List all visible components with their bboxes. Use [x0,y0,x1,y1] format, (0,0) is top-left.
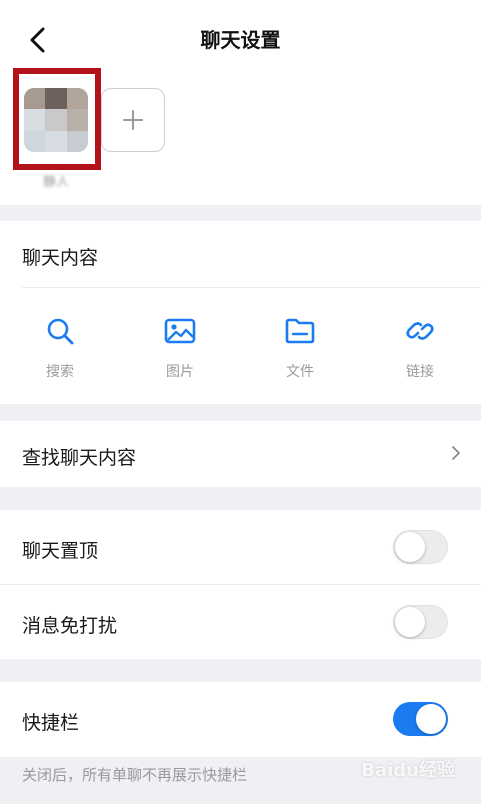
category-file[interactable]: 文件 [260,313,340,381]
watermark-logo: Baidu经验 [361,760,455,781]
chevron-right-icon [451,445,461,465]
do-not-disturb-toggle[interactable] [393,605,448,639]
add-member-button[interactable] [101,88,165,152]
category-link[interactable]: 链接 [380,313,460,381]
toggle-knob [395,532,425,562]
row-label: 聊天置顶 [22,540,99,562]
toggle-knob [416,704,446,734]
divider [22,287,481,288]
divider [0,584,481,585]
category-label: 搜索 [46,364,74,380]
row-label: 查找聊天内容 [22,447,137,469]
category-label: 链接 [406,364,434,380]
link-icon [406,322,434,340]
toggle-knob [395,607,425,637]
category-image[interactable]: 图片 [140,313,220,381]
search-icon [47,318,74,345]
toggle-section: 聊天置顶 消息免打扰 [0,510,481,659]
nav-bar: 聊天设置 [0,0,481,73]
row-label: 快捷栏 [22,712,80,734]
category-label: 文件 [286,364,314,380]
category-row: 搜索 图片 文件 链接 [0,313,481,383]
image-icon [164,318,196,344]
chat-content-section: 聊天内容 搜索 图片 文件 链接 [0,221,481,404]
plus-icon [123,110,143,130]
shortcut-bar-toggle[interactable] [393,702,448,736]
folder-icon [285,318,315,344]
section-header: 聊天内容 [22,247,99,269]
category-search[interactable]: 搜索 [20,313,100,381]
find-chat-content-row[interactable]: 查找聊天内容 [0,421,481,487]
page-title: 聊天设置 [200,28,281,52]
shortcut-bar-section: 快捷栏 [0,682,481,757]
pin-chat-toggle[interactable] [393,530,448,564]
highlight-box [13,68,101,170]
shortcut-hint: 关闭后，所有单聊不再展示快捷栏 [22,766,248,784]
member-name: 静人 [42,175,69,190]
category-label: 图片 [166,364,194,380]
row-label: 消息免打扰 [22,615,118,637]
member-section: 静人 [0,68,481,205]
